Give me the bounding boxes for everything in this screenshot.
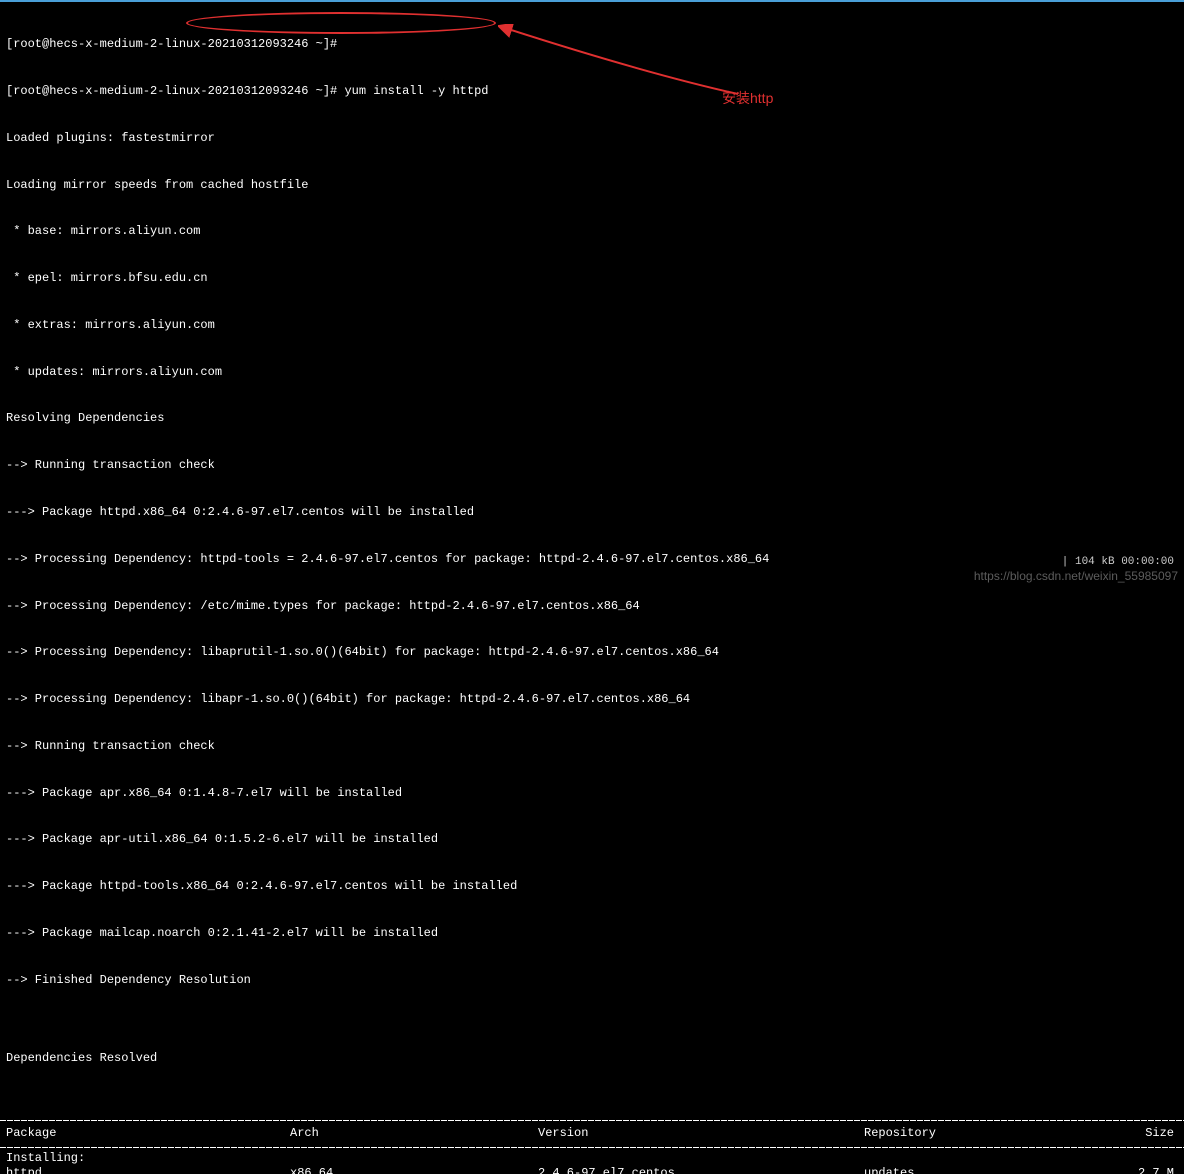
header-repo: Repository <box>864 1126 1124 1142</box>
output-line: * base: mirrors.aliyun.com <box>6 224 1178 240</box>
installing-label: Installing: <box>0 1151 1184 1167</box>
table-separator-mid <box>0 1147 1184 1148</box>
table-separator-top <box>0 1120 1184 1121</box>
output-line: Loading mirror speeds from cached hostfi… <box>6 178 1178 194</box>
output-line: * epel: mirrors.bfsu.edu.cn <box>6 271 1178 287</box>
output-line: --> Processing Dependency: libapr-1.so.0… <box>6 692 1178 708</box>
output-line: --> Processing Dependency: httpd-tools =… <box>6 552 1178 568</box>
output-line: ---> Package apr.x86_64 0:1.4.8-7.el7 wi… <box>6 786 1178 802</box>
output-line: * updates: mirrors.aliyun.com <box>6 365 1178 381</box>
header-size: Size <box>1124 1126 1184 1142</box>
header-package: Package <box>0 1126 290 1142</box>
output-line: Loaded plugins: fastestmirror <box>6 131 1178 147</box>
header-arch: Arch <box>290 1126 538 1142</box>
terminal-output[interactable]: [root@hecs-x-medium-2-linux-202103120932… <box>0 2 1184 1117</box>
annotation-text: 安装http <box>722 89 773 107</box>
output-line: --> Processing Dependency: libaprutil-1.… <box>6 645 1178 661</box>
prompt-line-2: [root@hecs-x-medium-2-linux-202103120932… <box>6 84 1178 100</box>
output-line: ---> Package mailcap.noarch 0:2.1.41-2.e… <box>6 926 1178 942</box>
table-row: httpd x86_64 2.4.6-97.el7.centos updates… <box>0 1166 1184 1174</box>
output-line: ---> Package httpd-tools.x86_64 0:2.4.6-… <box>6 879 1178 895</box>
watermark-text: https://blog.csdn.net/weixin_55985097 <box>974 569 1178 585</box>
output-line: * extras: mirrors.aliyun.com <box>6 318 1178 334</box>
prompt-line-1: [root@hecs-x-medium-2-linux-202103120932… <box>6 37 1178 53</box>
output-line: ---> Package httpd.x86_64 0:2.4.6-97.el7… <box>6 505 1178 521</box>
output-line: --> Running transaction check <box>6 739 1178 755</box>
header-version: Version <box>538 1126 864 1142</box>
output-line: Resolving Dependencies <box>6 411 1178 427</box>
output-line: --> Processing Dependency: /etc/mime.typ… <box>6 599 1178 615</box>
output-line: --> Finished Dependency Resolution <box>6 973 1178 989</box>
output-line: Dependencies Resolved <box>6 1051 1178 1067</box>
output-line: --> Running transaction check <box>6 458 1178 474</box>
output-line: ---> Package apr-util.x86_64 0:1.5.2-6.e… <box>6 832 1178 848</box>
download-status: | 104 kB 00:00:00 <box>1062 555 1174 569</box>
package-table-header: Package Arch Version Repository Size <box>0 1124 1184 1144</box>
